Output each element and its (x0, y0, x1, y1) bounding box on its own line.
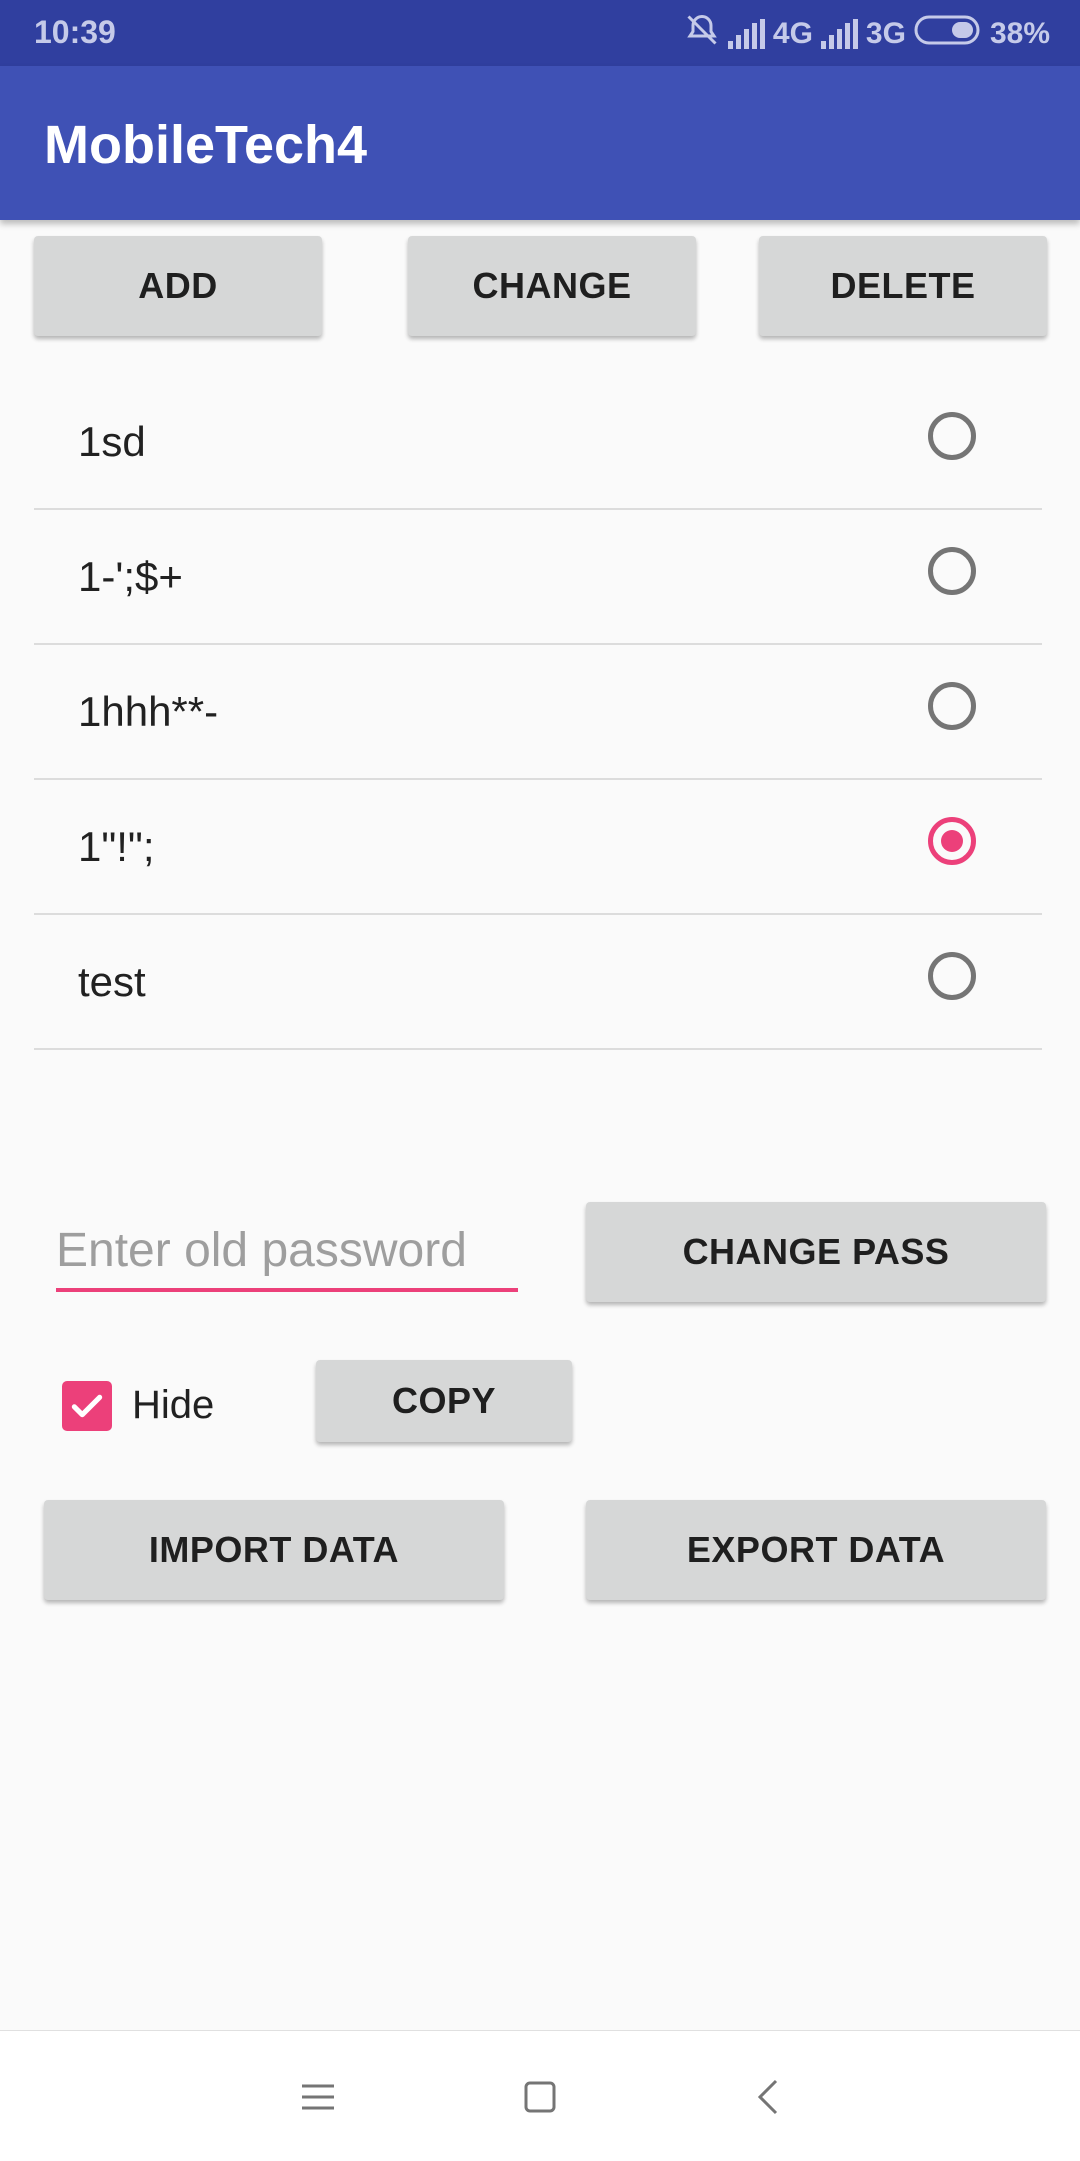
status-bar: 10:39 4G 3G 38% (0, 0, 1080, 66)
list-item[interactable]: 1sd (34, 374, 1042, 510)
hide-label: Hide (132, 1383, 215, 1427)
battery-percent: 38% (989, 17, 1050, 50)
battery-icon (914, 14, 982, 54)
signal-icon (727, 19, 765, 49)
navigation-bar (0, 2030, 1080, 2161)
back-chevron-icon[interactable] (744, 2073, 792, 2121)
list-item[interactable]: test (34, 914, 1042, 1050)
old-password-input[interactable] (56, 1212, 518, 1292)
radio-button[interactable] (928, 682, 976, 730)
list-item-label: 1-';$+ (78, 553, 183, 600)
list-item[interactable]: 1hhh**- (34, 644, 1042, 780)
list-item-label: 1sd (78, 418, 146, 465)
network-label-1: 4G (772, 17, 813, 50)
app-bar: MobileTech4 (0, 66, 1080, 220)
home-square-icon[interactable] (516, 2073, 564, 2121)
muted-bell-icon (684, 12, 720, 56)
copy-button[interactable]: COPY (316, 1360, 572, 1442)
list-item[interactable]: 1"!"; (34, 779, 1042, 915)
list-item-label: 1hhh**- (78, 688, 219, 735)
radio-button[interactable] (928, 547, 976, 595)
status-icons: 4G 3G 38% (684, 12, 1050, 56)
delete-button[interactable]: DELETE (759, 236, 1047, 336)
import-data-button[interactable]: IMPORT DATA (44, 1500, 504, 1600)
export-data-button[interactable]: EXPORT DATA (586, 1500, 1046, 1600)
list-item-label: 1"!"; (78, 823, 155, 870)
radio-button-selected[interactable] (928, 817, 976, 865)
list-item-label: test (78, 958, 146, 1005)
hide-checkbox[interactable] (62, 1381, 112, 1431)
change-pass-button[interactable]: CHANGE PASS (586, 1202, 1046, 1302)
signal-icon-2 (820, 19, 858, 49)
list-item[interactable]: 1-';$+ (34, 509, 1042, 645)
add-button[interactable]: ADD (34, 236, 322, 336)
radio-button[interactable] (928, 412, 976, 460)
status-time: 10:39 (34, 14, 116, 50)
checkmark-icon (71, 1394, 103, 1418)
app-title: MobileTech4 (44, 115, 368, 175)
network-label-2: 3G (865, 17, 906, 50)
menu-icon[interactable] (294, 2073, 342, 2121)
radio-button[interactable] (928, 952, 976, 1000)
change-button[interactable]: CHANGE (408, 236, 696, 336)
